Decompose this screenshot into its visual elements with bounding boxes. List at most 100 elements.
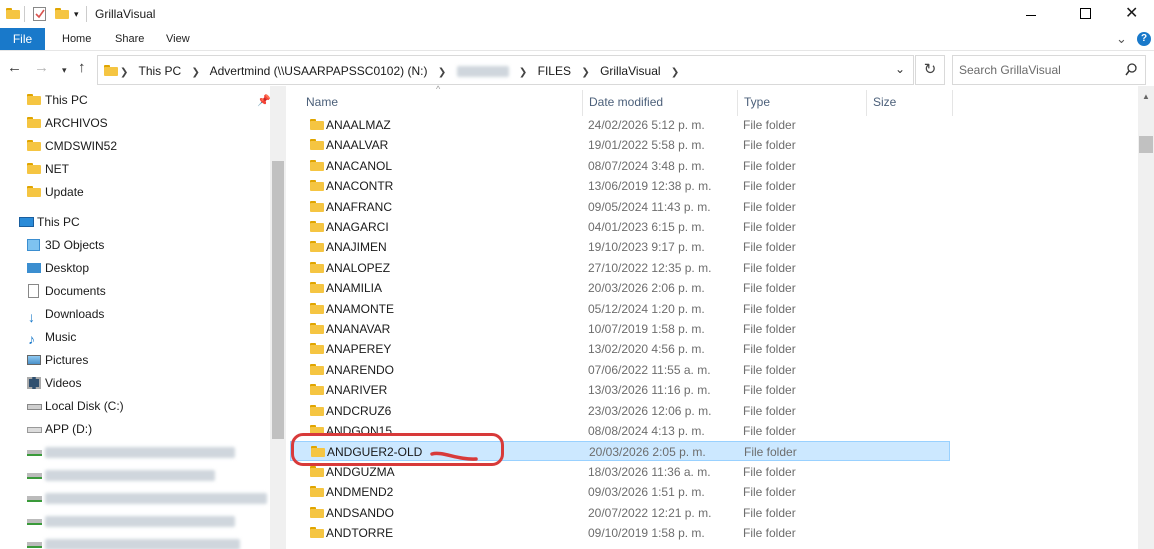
- nav-item-network-drive-redacted[interactable]: [0, 441, 268, 463]
- window-title: GrillaVisual: [95, 7, 156, 21]
- file-row[interactable]: ANAALVAR 19/01/2022 5:58 p. m. File folder: [290, 135, 950, 155]
- computer-icon: [19, 217, 34, 227]
- folder-icon: [310, 261, 324, 273]
- nav-item-network-drive-redacted[interactable]: [0, 487, 268, 509]
- file-type: File folder: [744, 445, 797, 460]
- file-row[interactable]: ANDTORRE 09/10/2019 1:58 p. m. File folder: [290, 523, 950, 543]
- folder-icon: [310, 323, 324, 334]
- folder-icon: [310, 363, 324, 375]
- file-row[interactable]: ANARENDO 07/06/2022 11:55 a. m. File folde…: [290, 360, 950, 380]
- file-row[interactable]: ANAMONTE 05/12/2024 1:20 p. m. File folder: [290, 299, 950, 319]
- search-box[interactable]: [952, 55, 1146, 85]
- nav-scrollbar-thumb[interactable]: [272, 161, 284, 439]
- address-dropdown-icon[interactable]: ⌄: [895, 62, 905, 76]
- file-row[interactable]: ANARIVER 13/03/2026 11:16 p. m. File folde…: [290, 380, 950, 400]
- tab-home[interactable]: Home: [62, 28, 91, 50]
- file-name: ANDTORRE: [326, 526, 394, 540]
- redacted-breadcrumb[interactable]: [456, 66, 509, 78]
- folder-icon: [310, 384, 324, 396]
- recent-locations-icon[interactable]: ▾: [62, 63, 67, 78]
- file-row[interactable]: ANAPEREY 13/02/2020 4:56 p. m. File folder: [290, 339, 950, 359]
- file-type: File folder: [743, 179, 796, 194]
- list-scrollbar[interactable]: [1138, 86, 1154, 549]
- breadcrumb-drive[interactable]: Advertmind (\\USAARPAPSSC0102) (N:): [210, 64, 428, 78]
- annotation-underline: [430, 451, 478, 461]
- search-icon[interactable]: [1125, 63, 1137, 77]
- file-type: File folder: [743, 301, 796, 316]
- file-row[interactable]: ANDCRUZ6 23/03/2026 12:06 p. m. File folde…: [290, 401, 950, 421]
- file-date-modified: 09/10/2019 1:58 p. m.: [588, 526, 705, 540]
- customize-quick-access-icon[interactable]: ▾: [74, 9, 79, 20]
- nav-label: Desktop: [45, 261, 90, 275]
- tab-share[interactable]: Share: [115, 28, 144, 50]
- column-size[interactable]: Size: [873, 95, 896, 109]
- breadcrumb-grillavisual[interactable]: GrillaVisual: [600, 64, 660, 78]
- file-name: ANARENDO: [326, 362, 395, 377]
- file-date-modified: 27/10/2022 12:35 p. m.: [588, 260, 712, 275]
- refresh-button[interactable]: ↻: [915, 55, 945, 85]
- file-type: File folder: [743, 526, 796, 540]
- folder-icon: [310, 180, 324, 192]
- close-button[interactable]: ✕: [1125, 6, 1138, 22]
- scroll-up-icon[interactable]: ▲: [1138, 92, 1154, 101]
- breadcrumb-this-pc[interactable]: This PC: [139, 64, 182, 78]
- file-type: File folder: [743, 260, 796, 275]
- nav-label: This PC: [45, 93, 88, 107]
- file-row[interactable]: ANAJIMEN 19/10/2023 9:17 p. m. File folder: [290, 237, 950, 257]
- nav-label: Downloads: [45, 307, 105, 321]
- back-button[interactable]: ←: [7, 60, 22, 75]
- file-name: ANAMILIA: [326, 281, 383, 296]
- column-divider[interactable]: [582, 90, 583, 116]
- file-name: ANAJIMEN: [326, 240, 387, 255]
- list-scrollbar-thumb[interactable]: [1139, 136, 1153, 153]
- file-row[interactable]: ANAALMAZ 24/02/2026 5:12 p. m. File folder: [290, 115, 950, 135]
- file-row[interactable]: ANAMILIA 20/03/2026 2:06 p. m. File folder: [290, 278, 950, 298]
- file-type: File folder: [743, 240, 796, 255]
- file-row[interactable]: ANACONTR 13/06/2019 12:38 p. m. File folde…: [290, 176, 950, 196]
- search-input[interactable]: [959, 63, 1119, 77]
- minimize-button[interactable]: [1024, 8, 1038, 22]
- folder-icon: [6, 8, 20, 19]
- file-row[interactable]: ANAGARCI 04/01/2023 6:15 p. m. File folder: [290, 217, 950, 237]
- column-name[interactable]: Name: [306, 95, 338, 109]
- new-folder-icon[interactable]: [55, 8, 69, 19]
- drive-icon: [27, 427, 42, 433]
- nav-item-network-drive-redacted[interactable]: [0, 533, 268, 549]
- file-date-modified: 24/02/2026 5:12 p. m.: [588, 118, 705, 132]
- nav-item-network-drive-redacted[interactable]: [0, 510, 268, 532]
- file-row[interactable]: ANAFRANC 09/05/2024 11:43 p. m. File folde…: [290, 197, 950, 217]
- file-name: ANDMEND2: [326, 485, 394, 500]
- file-date-modified: 10/07/2019 1:58 p. m.: [588, 322, 705, 336]
- column-type[interactable]: Type: [744, 95, 770, 109]
- tab-file[interactable]: File: [0, 28, 45, 50]
- nav-label: This PC: [37, 215, 80, 229]
- column-divider[interactable]: [866, 90, 867, 116]
- column-divider[interactable]: [737, 90, 738, 116]
- file-name: ANAGARCI: [326, 220, 389, 234]
- expand-ribbon-icon[interactable]: ⌄: [1116, 31, 1127, 47]
- breadcrumb-files[interactable]: FILES: [538, 64, 571, 78]
- file-row[interactable]: ANDMEND2 09/03/2026 1:51 p. m. File folder: [290, 482, 950, 502]
- help-icon[interactable]: ?: [1137, 32, 1151, 46]
- column-divider[interactable]: [952, 90, 953, 116]
- forward-button[interactable]: →: [34, 60, 49, 75]
- address-bar[interactable]: ❯ This PC ❯ Advertmind (\\USAARPAPSSC010…: [97, 55, 914, 85]
- tab-view[interactable]: View: [166, 28, 190, 50]
- file-name: ANACANOL: [326, 158, 393, 173]
- maximize-button[interactable]: [1080, 8, 1091, 19]
- file-row[interactable]: ANANAVAR 10/07/2019 1:58 p. m. File folder: [290, 319, 950, 339]
- file-row[interactable]: ANACANOL 08/07/2024 3:48 p. m. File folder: [290, 156, 950, 176]
- file-name: ANAPEREY: [326, 342, 392, 357]
- file-row[interactable]: ANDSANDO 20/07/2022 12:21 p. m. File folde…: [290, 503, 950, 523]
- up-button[interactable]: ↑: [78, 60, 86, 75]
- column-date-modified[interactable]: Date modified: [589, 95, 663, 109]
- nav-label: NET: [45, 162, 69, 176]
- file-row[interactable]: ANALOPEZ 27/10/2022 12:35 p. m. File folde…: [290, 258, 950, 278]
- folder-icon: [27, 140, 42, 153]
- divider: [24, 6, 25, 22]
- properties-icon[interactable]: [33, 7, 46, 21]
- nav-item-network-drive-redacted[interactable]: [0, 464, 268, 486]
- file-name: ANDCRUZ6: [326, 403, 392, 418]
- column-header: ^ Name Date modified Type Size: [286, 84, 1138, 116]
- document-icon: [28, 284, 39, 298]
